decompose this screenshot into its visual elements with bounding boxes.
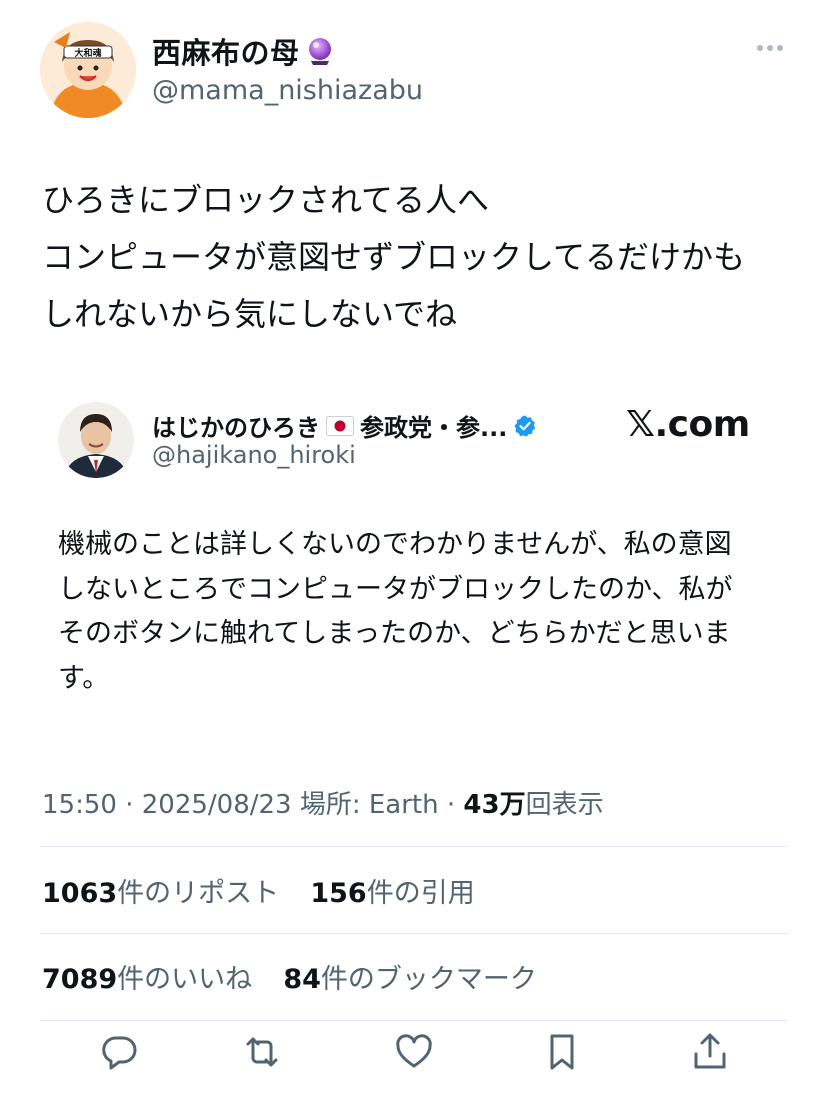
likes-count: 7089 <box>42 964 118 995</box>
divider <box>40 1020 788 1021</box>
crystal-ball-emoji-icon <box>308 38 331 65</box>
heart-icon[interactable] <box>392 1030 436 1074</box>
tweet-line: しれないから気にしないでね <box>42 295 458 333</box>
quoted-display-name-rest[interactable]: 参政党・参... <box>360 408 507 443</box>
reply-icon[interactable] <box>97 1030 141 1074</box>
tweet-line: コンピュータが意図せずブロックしてるだけかも <box>42 238 746 276</box>
likes-label: 件のいいね <box>117 964 253 995</box>
bookmarks-label: 件のブックマーク <box>320 964 537 995</box>
quotes-label: 件の引用 <box>366 878 475 909</box>
tweet-location[interactable]: 場所: Earth <box>300 790 439 820</box>
author-avatar-illustration: 大和魂 <box>40 22 136 118</box>
quoted-author-photo <box>58 402 134 478</box>
headband-text: 大和魂 <box>74 47 101 59</box>
card-source-domain[interactable]: 𝕏.com <box>626 404 750 445</box>
author-display-name[interactable]: 西麻布の母 <box>152 30 300 72</box>
meta-separator: · <box>125 790 142 820</box>
more-horizontal-icon[interactable] <box>752 36 788 60</box>
author-name-row[interactable]: 西麻布の母 <box>152 30 336 72</box>
quoted-author-handle[interactable]: @hajikano_hiroki <box>152 441 356 469</box>
quotes-stat[interactable]: 156件の引用 <box>310 878 474 909</box>
quoted-line: す。 <box>58 662 110 694</box>
views-count[interactable]: 43万 <box>463 790 525 820</box>
divider <box>40 933 788 934</box>
bookmarks-count: 84 <box>283 964 321 995</box>
reposts-label: 件のリポスト <box>117 878 280 909</box>
quoted-display-name[interactable]: はじかのひろき <box>152 408 320 443</box>
action-bar <box>0 1030 828 1100</box>
divider <box>40 846 788 847</box>
tweet-meta: 15:50 · 2025/08/23 場所: Earth · 43万回表示 <box>42 784 604 821</box>
retweet-icon[interactable] <box>240 1030 284 1074</box>
verified-badge-icon <box>514 415 536 437</box>
quoted-tweet-text: 機械のことは詳しくないのでわかりませんが、私の意図 しないところでコンピュータが… <box>58 523 788 701</box>
bookmarks-stat[interactable]: 84件のブックマーク <box>283 964 537 995</box>
tweet-text: ひろきにブロックされてる人へ コンピュータが意図せずブロックしてるだけかも しれ… <box>42 172 802 343</box>
repost-quote-stats: 1063件のリポスト 156件の引用 <box>42 871 475 910</box>
author-handle[interactable]: @mama_nishiazabu <box>152 75 423 106</box>
reposts-count: 1063 <box>42 878 118 909</box>
share-icon[interactable] <box>688 1030 732 1074</box>
tweet-date[interactable]: 2025/08/23 <box>142 790 292 820</box>
author-avatar[interactable]: 大和魂 <box>40 22 136 118</box>
quoted-line: そのボタンに触れてしまったのか、どちらかだと思いま <box>58 618 731 649</box>
quotes-count: 156 <box>310 878 367 909</box>
bookmark-icon[interactable] <box>540 1030 584 1074</box>
likes-stat[interactable]: 7089件のいいね <box>42 964 252 995</box>
views-label: 回表示 <box>525 790 604 820</box>
tweet-line: ひろきにブロックされてる人へ <box>42 181 490 219</box>
quoted-line: 機械のことは詳しくないのでわかりませんが、私の意図 <box>58 529 732 560</box>
quoted-line: しないところでコンピュータがブロックしたのか、私が <box>58 573 733 605</box>
quoted-author-avatar[interactable] <box>58 402 134 478</box>
tweet-time[interactable]: 15:50 <box>42 790 117 820</box>
reposts-stat[interactable]: 1063件のリポスト <box>42 878 279 909</box>
quoted-author-name-row[interactable]: はじかのひろき 参政党・参... <box>152 408 537 443</box>
like-bookmark-stats: 7089件のいいね 84件のブックマーク <box>42 957 537 996</box>
meta-separator: · <box>446 790 464 820</box>
japan-flag-icon <box>326 415 354 436</box>
